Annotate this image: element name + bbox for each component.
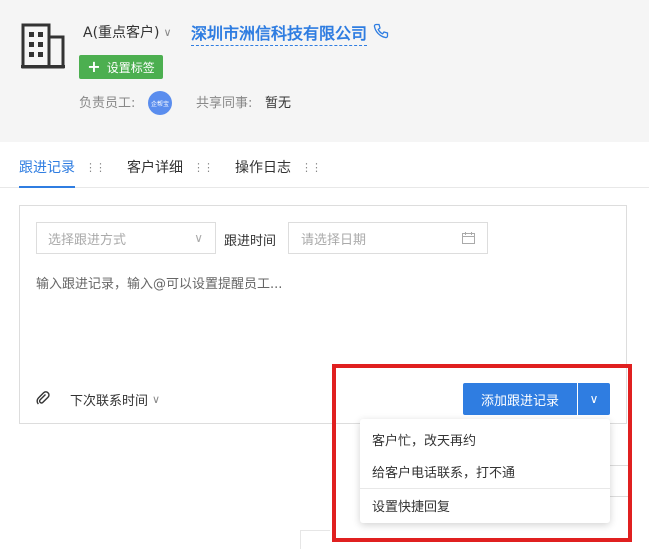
background-element [300, 530, 330, 549]
chevron-down-icon: ∨ [163, 25, 172, 39]
drag-handle-icon[interactable]: ⋮⋮ [85, 161, 106, 174]
follow-method-placeholder: 选择跟进方式 [48, 232, 127, 248]
owner-avatar[interactable]: 企帮宝 [148, 91, 172, 115]
customer-level-dropdown[interactable]: A(重点客户) ∨ [83, 22, 172, 42]
date-picker[interactable]: 请选择日期 [288, 222, 488, 254]
quick-reply-menu: 客户忙，改天再约 给客户电话联系，打不通 设置快捷回复 [360, 419, 610, 523]
next-contact-time-dropdown[interactable]: 下次联系时间 ∨ [70, 390, 160, 409]
active-tab-indicator [19, 186, 75, 188]
tab-follow-records[interactable]: 跟进记录 ⋮⋮ [19, 157, 106, 177]
tab-operation-log[interactable]: 操作日志 ⋮⋮ [235, 157, 322, 177]
chevron-down-icon: ∨ [589, 392, 599, 406]
date-placeholder: 请选择日期 [301, 232, 367, 248]
plus-icon: + [87, 57, 101, 76]
tab-customer-details[interactable]: 客户详细 ⋮⋮ [127, 157, 214, 177]
company-name[interactable]: 深圳市洲信科技有限公司 [191, 20, 368, 46]
next-contact-label: 下次联系时间 [70, 394, 149, 409]
paperclip-icon[interactable] [36, 391, 50, 405]
phone-icon[interactable] [373, 23, 389, 39]
drag-handle-icon[interactable]: ⋮⋮ [193, 161, 214, 174]
drag-handle-icon[interactable]: ⋮⋮ [301, 161, 322, 174]
background-element [608, 465, 628, 497]
set-tag-button[interactable]: + 设置标签 [79, 55, 163, 79]
follow-method-select[interactable]: 选择跟进方式 ∨ [36, 222, 216, 254]
tab-label: 操作日志 [235, 160, 291, 176]
tab-bar: 跟进记录 ⋮⋮ 客户详细 ⋮⋮ 操作日志 ⋮⋮ [0, 142, 649, 188]
building-icon [21, 23, 65, 69]
menu-divider [360, 488, 610, 489]
quick-reply-dropdown-button[interactable]: ∨ [578, 383, 610, 415]
add-follow-record-button[interactable]: 添加跟进记录 [463, 383, 577, 415]
quick-reply-settings[interactable]: 设置快捷回复 [372, 496, 450, 515]
owner-label: 负责员工: [79, 96, 136, 111]
customer-header: A(重点客户) ∨ 深圳市洲信科技有限公司 + 设置标签 负责员工: 企帮宝 共… [0, 0, 649, 142]
tab-label: 客户详细 [127, 160, 183, 176]
tab-label: 跟进记录 [19, 160, 75, 176]
share-value: 暂无 [265, 96, 292, 111]
follow-time-label: 跟进时间 [224, 234, 277, 249]
chevron-down-icon: ∨ [194, 231, 203, 245]
share-label: 共享同事: [196, 96, 253, 111]
follow-content-textarea[interactable]: 输入跟进记录，输入@可以设置提醒员工... [36, 273, 282, 292]
calendar-icon [462, 232, 475, 244]
set-tag-label: 设置标签 [106, 60, 155, 75]
quick-reply-item[interactable]: 给客户电话联系，打不通 [372, 462, 515, 481]
customer-level: A(重点客户) [83, 25, 160, 41]
quick-reply-item[interactable]: 客户忙，改天再约 [372, 430, 476, 449]
chevron-down-icon: ∨ [152, 393, 161, 406]
